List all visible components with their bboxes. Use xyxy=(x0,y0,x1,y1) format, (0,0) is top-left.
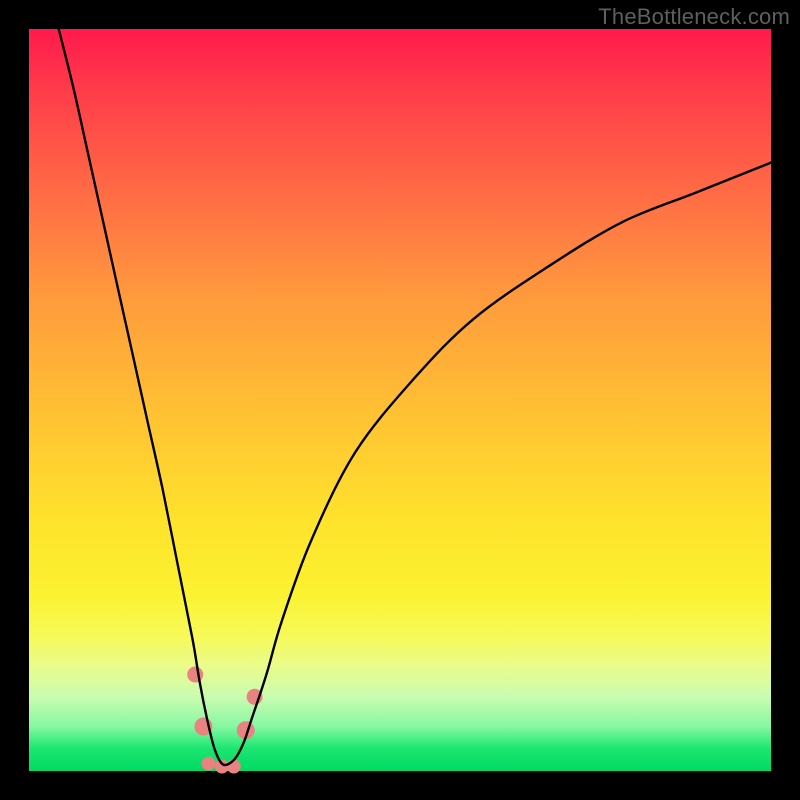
chart-plot-area xyxy=(29,29,771,771)
chart-frame: TheBottleneck.com xyxy=(0,0,800,800)
marker-bottom-2 xyxy=(215,760,229,774)
watermark-text: TheBottleneck.com xyxy=(598,4,790,30)
bottleneck-curve xyxy=(59,29,771,765)
marker-left-upper xyxy=(187,667,203,683)
chart-svg xyxy=(29,29,771,771)
marker-bottom-1 xyxy=(202,757,216,771)
